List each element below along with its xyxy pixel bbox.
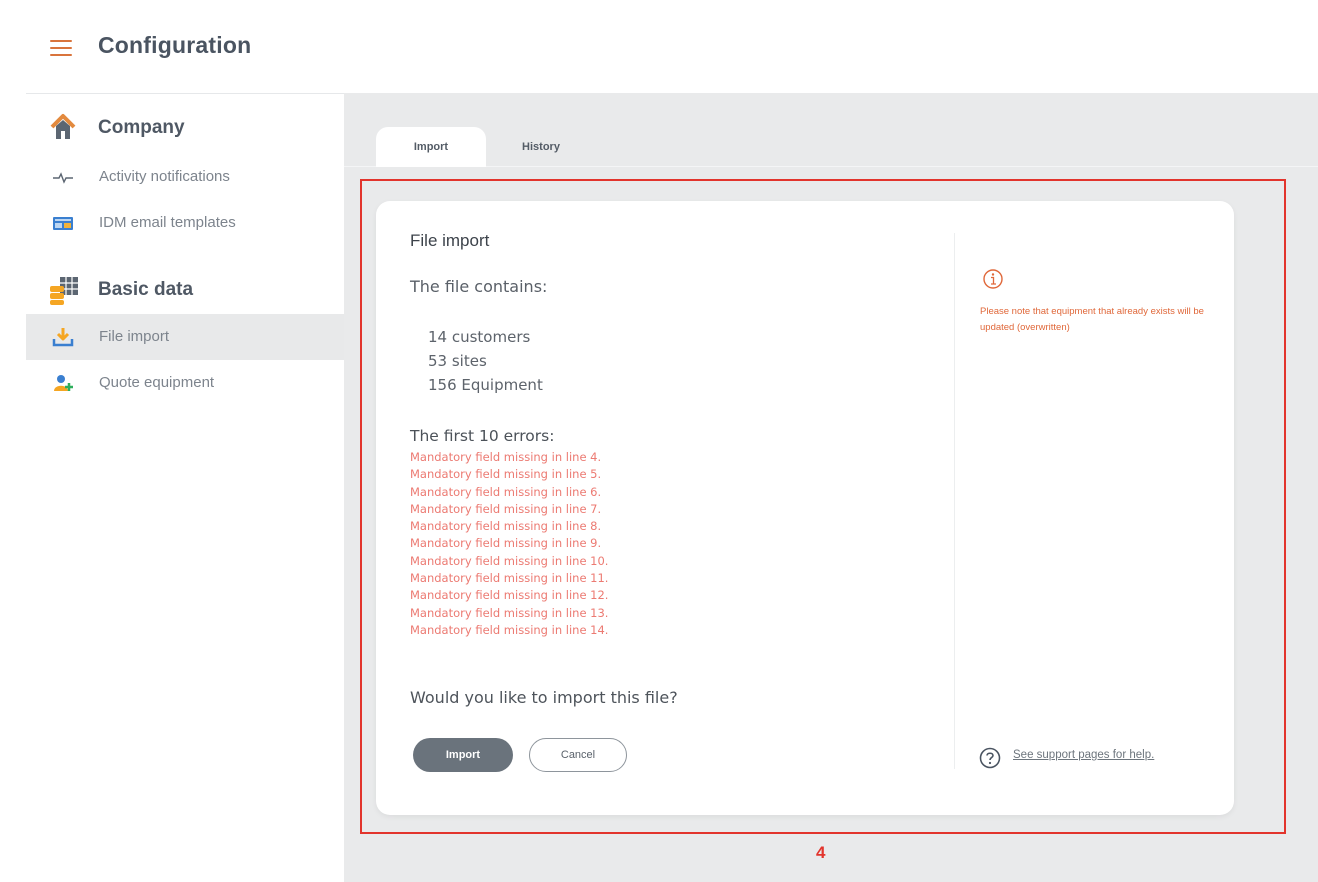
pulse-icon — [52, 167, 74, 187]
card-title: File import — [410, 231, 490, 250]
top-bar: Configuration — [0, 0, 1318, 93]
error-item: Mandatory field missing in line 8. — [410, 519, 602, 534]
tabs-divider — [344, 166, 1318, 167]
tab-import[interactable]: Import — [376, 127, 486, 167]
overwrite-note: Please note that equipment that already … — [980, 306, 1204, 333]
errors-list: Mandatory field missing in line 4. Manda… — [410, 449, 608, 639]
step-number-label: 4 — [816, 843, 826, 862]
card-divider — [954, 233, 955, 769]
count-sites: 53 sites — [428, 352, 487, 370]
sidebar-section-company: Company — [26, 108, 344, 148]
tab-history[interactable]: History — [494, 127, 588, 167]
sidebar-item-idm-email-templates[interactable]: IDM email templates — [26, 200, 344, 246]
error-item: Mandatory field missing in line 6. — [410, 484, 602, 499]
sidebar-item-label: Quote equipment — [99, 374, 215, 391]
sidebar-item-quote-equipment[interactable]: Quote equipment — [26, 360, 344, 406]
error-item: Mandatory field missing in line 7. — [410, 501, 602, 516]
sidebar-section-basic-data: Basic data — [26, 270, 344, 310]
user-add-icon — [52, 373, 74, 393]
errors-title: The first 10 errors: — [410, 427, 555, 445]
import-question: Would you like to import this file? — [410, 688, 678, 707]
sidebar: Company Activity notifications IDM email… — [26, 93, 344, 882]
sidebar-item-file-import[interactable]: File import — [26, 314, 344, 360]
count-equipment: 156 Equipment — [428, 376, 543, 394]
sidebar-item-label: Activity notifications — [99, 168, 230, 185]
sidebar-item-label: IDM email templates — [99, 214, 236, 231]
page-title: Configuration — [98, 32, 252, 58]
error-item: Mandatory field missing in line 11. — [410, 571, 609, 586]
download-icon — [52, 327, 74, 347]
error-item: Mandatory field missing in line 13. — [410, 605, 609, 620]
house-icon — [48, 112, 82, 144]
file-contains-label: The file contains: — [410, 277, 548, 296]
info-icon — [982, 267, 1004, 291]
error-item: Mandatory field missing in line 9. — [410, 536, 602, 551]
file-counts-list: 14 customers 53 sites 156 Equipment — [428, 325, 543, 397]
sidebar-item-activity-notifications[interactable]: Activity notifications — [26, 154, 344, 200]
import-button[interactable]: Import — [413, 738, 513, 772]
email-template-icon — [52, 213, 74, 233]
error-item: Mandatory field missing in line 14. — [410, 622, 609, 637]
hamburger-icon[interactable] — [50, 40, 72, 56]
count-customers: 14 customers — [428, 328, 531, 346]
cancel-button[interactable]: Cancel — [529, 738, 627, 772]
main-content: Import History 4 File import The file co… — [344, 93, 1318, 882]
file-import-card: File import The file contains: 14 custom… — [376, 201, 1234, 815]
sidebar-section-label: Basic data — [98, 279, 194, 300]
error-item: Mandatory field missing in line 4. — [410, 450, 602, 464]
sidebar-section-label: Company — [98, 117, 185, 138]
error-item: Mandatory field missing in line 5. — [410, 467, 602, 482]
error-item: Mandatory field missing in line 10. — [410, 553, 609, 568]
sidebar-item-label: File import — [99, 328, 170, 345]
support-pages-link[interactable]: See support pages for help. — [1013, 749, 1154, 761]
question-circle-icon[interactable] — [979, 747, 1001, 769]
data-table-icon — [48, 274, 82, 306]
error-item: Mandatory field missing in line 12. — [410, 588, 609, 603]
